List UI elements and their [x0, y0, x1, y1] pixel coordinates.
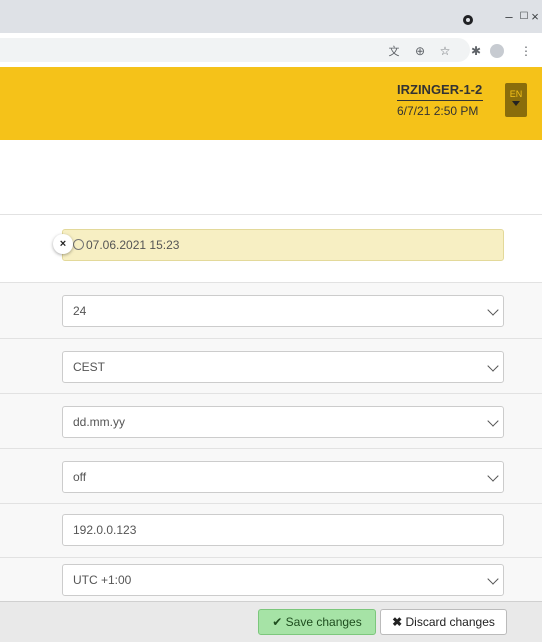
caret-down-icon — [512, 101, 520, 106]
profile-icon[interactable] — [489, 43, 505, 59]
form-row-datetime: 07.06.2021 15:23 — [0, 214, 542, 283]
ntp-server-value: 192.0.0.123 — [73, 523, 137, 537]
device-time: 6/7/21 2:50 PM — [397, 104, 479, 118]
chevron-down-icon — [487, 360, 499, 372]
hour-format-select[interactable]: 24 — [62, 295, 504, 327]
timezone-select[interactable]: CEST — [62, 351, 504, 383]
chevron-down-icon — [487, 470, 499, 482]
extensions-icon[interactable]: ✱ — [468, 43, 484, 59]
datetime-field[interactable]: 07.06.2021 15:23 — [62, 229, 504, 261]
save-changes-button[interactable]: ✔ Save changes — [258, 609, 376, 635]
chevron-down-icon — [487, 573, 499, 585]
browser-toolbar: 文 ⊕ ☆ ✱ ⋮ — [0, 33, 542, 68]
timezone-value: CEST — [73, 360, 106, 374]
chevron-down-icon — [487, 304, 499, 316]
ntp-select[interactable]: off — [62, 461, 504, 493]
language-selector[interactable]: EN — [505, 83, 527, 117]
discard-changes-button[interactable]: ✖ Discard changes — [380, 609, 507, 635]
browser-profile-icon[interactable] — [463, 15, 473, 25]
form-row-hour-format: 24 — [0, 282, 542, 339]
form-row-ntp: off — [0, 448, 542, 505]
utc-offset-value: UTC +1:00 — [73, 573, 132, 587]
form-row-utc-offset: UTC +1:00 — [0, 557, 542, 602]
hour-format-value: 24 — [73, 304, 87, 318]
form-row-ntp-server: 192.0.0.123 — [0, 503, 542, 560]
translate-icon[interactable]: 文 — [386, 43, 402, 59]
close-icon[interactable]: × — [521, 6, 542, 26]
utc-offset-select[interactable]: UTC +1:00 — [62, 564, 504, 596]
chevron-down-icon — [487, 415, 499, 427]
clock-icon — [73, 239, 84, 250]
discard-changes-label: Discard changes — [405, 615, 495, 629]
date-format-select[interactable]: dd.mm.yy — [62, 406, 504, 438]
page-title-band — [0, 140, 542, 192]
language-label: EN — [509, 89, 523, 99]
star-icon[interactable]: ☆ — [437, 43, 453, 59]
x-icon: ✖ — [392, 615, 403, 629]
check-icon: ✔ — [272, 615, 283, 629]
date-format-value: dd.mm.yy — [73, 415, 126, 429]
form-row-timezone: CEST — [0, 338, 542, 395]
form-row-date-format: dd.mm.yy — [0, 393, 542, 450]
device-name[interactable]: IRZINGER-1-2 — [397, 82, 483, 101]
clear-datetime-button[interactable]: × — [53, 234, 73, 254]
browser-titlebar: – ☐ × — [0, 0, 542, 33]
ntp-server-input[interactable]: 192.0.0.123 — [62, 514, 504, 546]
datetime-value: 07.06.2021 15:23 — [86, 238, 180, 252]
zoom-icon[interactable]: ⊕ — [412, 43, 428, 59]
ntp-value: off — [73, 470, 87, 484]
save-changes-label: Save changes — [285, 615, 362, 629]
menu-icon[interactable]: ⋮ — [518, 43, 534, 59]
